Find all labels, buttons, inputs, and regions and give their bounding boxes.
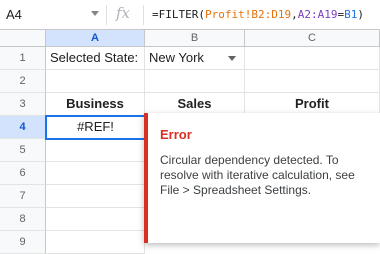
ref-error-value: #REF! bbox=[77, 119, 114, 134]
row-header-6[interactable]: 6 bbox=[0, 162, 46, 185]
active-cell-a4[interactable]: #REF! bbox=[45, 115, 146, 140]
formula-range-1: Profit!B2:D19 bbox=[204, 8, 292, 21]
column-header-c[interactable]: C bbox=[245, 30, 380, 47]
formula-text: , bbox=[291, 8, 298, 21]
cell-a7[interactable] bbox=[46, 185, 145, 208]
formula-bar: A4 fx =FILTER(Profit!B2:D19,A2:A19=B1) bbox=[0, 0, 380, 30]
row-header-3[interactable]: 3 bbox=[0, 93, 46, 116]
cell-a5[interactable] bbox=[46, 139, 145, 162]
formula-range-2: A2:A19 bbox=[297, 8, 338, 21]
error-tooltip: Error Circular dependency detected. To r… bbox=[144, 113, 380, 243]
formula-text: ) bbox=[357, 8, 364, 21]
divider bbox=[143, 5, 144, 25]
state-dropdown-value: New York bbox=[149, 50, 204, 65]
cell-a6[interactable] bbox=[46, 162, 145, 185]
cell-a2[interactable] bbox=[46, 70, 145, 93]
select-all-corner[interactable] bbox=[0, 30, 46, 47]
cell-c1[interactable] bbox=[245, 47, 380, 70]
formula-text: =FILTER( bbox=[152, 8, 205, 21]
row-header-7[interactable]: 7 bbox=[0, 185, 46, 208]
chevron-down-icon[interactable] bbox=[228, 56, 236, 61]
chevron-down-icon[interactable] bbox=[91, 11, 99, 16]
fx-icon: fx bbox=[116, 4, 131, 22]
formula-input[interactable]: =FILTER(Profit!B2:D19,A2:A19=B1) bbox=[152, 8, 364, 21]
row-header-1[interactable]: 1 bbox=[0, 47, 46, 70]
divider bbox=[106, 5, 107, 25]
name-box[interactable]: A4 bbox=[6, 7, 22, 22]
cell-a1[interactable]: Selected State: bbox=[46, 47, 145, 70]
cell-a3[interactable]: Business bbox=[46, 93, 145, 116]
column-header-a[interactable]: A bbox=[46, 30, 145, 47]
row-header-8[interactable]: 8 bbox=[0, 208, 46, 231]
cell-c2[interactable] bbox=[245, 70, 380, 93]
row-header-4[interactable]: 4 bbox=[0, 116, 46, 139]
formula-range-3: B1 bbox=[344, 8, 358, 21]
error-message: Circular dependency detected. To resolve… bbox=[160, 153, 355, 197]
cell-b2[interactable] bbox=[145, 70, 245, 93]
column-header-b[interactable]: B bbox=[145, 30, 245, 47]
error-title: Error bbox=[160, 127, 192, 142]
cell-a8[interactable] bbox=[46, 208, 145, 231]
state-dropdown[interactable]: New York bbox=[145, 47, 245, 70]
row-header-5[interactable]: 5 bbox=[0, 139, 46, 162]
row-header-2[interactable]: 2 bbox=[0, 70, 46, 93]
